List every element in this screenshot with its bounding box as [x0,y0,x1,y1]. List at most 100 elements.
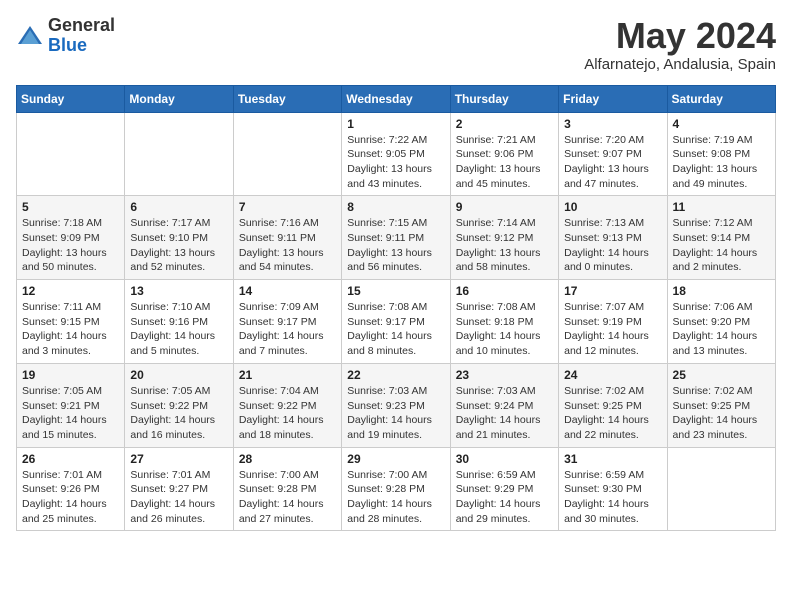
calendar-week-row: 19 Sunrise: 7:05 AM Sunset: 9:21 PM Dayli… [17,363,776,447]
day-number: 25 [673,368,770,382]
weekday-header-saturday: Saturday [667,85,775,112]
day-number: 16 [456,284,553,298]
day-info: Sunrise: 7:05 AM Sunset: 9:21 PM Dayligh… [22,384,119,443]
day-info: Sunrise: 7:01 AM Sunset: 9:27 PM Dayligh… [130,468,227,527]
day-number: 19 [22,368,119,382]
day-info: Sunrise: 7:21 AM Sunset: 9:06 PM Dayligh… [456,133,553,192]
weekday-header-row: SundayMondayTuesdayWednesdayThursdayFrid… [17,85,776,112]
day-info: Sunrise: 7:01 AM Sunset: 9:26 PM Dayligh… [22,468,119,527]
calendar-cell [233,112,341,196]
day-number: 1 [347,117,444,131]
calendar-cell: 26 Sunrise: 7:01 AM Sunset: 9:26 PM Dayli… [17,447,125,531]
calendar-cell [667,447,775,531]
day-number: 11 [673,200,770,214]
weekday-header-friday: Friday [559,85,667,112]
day-number: 28 [239,452,336,466]
calendar-cell: 7 Sunrise: 7:16 AM Sunset: 9:11 PM Daylig… [233,196,341,280]
day-info: Sunrise: 7:02 AM Sunset: 9:25 PM Dayligh… [564,384,661,443]
logo-text: General Blue [48,16,115,56]
day-info: Sunrise: 7:18 AM Sunset: 9:09 PM Dayligh… [22,216,119,275]
day-info: Sunrise: 7:11 AM Sunset: 9:15 PM Dayligh… [22,300,119,359]
logo: General Blue [16,16,115,56]
location-subtitle: Alfarnatejo, Andalusia, Spain [584,56,776,73]
day-number: 31 [564,452,661,466]
day-info: Sunrise: 7:07 AM Sunset: 9:19 PM Dayligh… [564,300,661,359]
day-info: Sunrise: 7:17 AM Sunset: 9:10 PM Dayligh… [130,216,227,275]
day-info: Sunrise: 7:02 AM Sunset: 9:25 PM Dayligh… [673,384,770,443]
calendar-cell: 17Sunrise: 7:07 AM Sunset: 9:19 PM Dayli… [559,280,667,364]
weekday-header-tuesday: Tuesday [233,85,341,112]
day-number: 12 [22,284,119,298]
day-number: 10 [564,200,661,214]
calendar-cell [17,112,125,196]
day-number: 23 [456,368,553,382]
day-info: Sunrise: 7:14 AM Sunset: 9:12 PM Dayligh… [456,216,553,275]
day-info: Sunrise: 7:15 AM Sunset: 9:11 PM Dayligh… [347,216,444,275]
calendar-cell: 2 Sunrise: 7:21 AM Sunset: 9:06 PM Daylig… [450,112,558,196]
calendar-cell: 6 Sunrise: 7:17 AM Sunset: 9:10 PM Daylig… [125,196,233,280]
calendar-cell: 8 Sunrise: 7:15 AM Sunset: 9:11 PM Daylig… [342,196,450,280]
calendar-cell: 1 Sunrise: 7:22 AM Sunset: 9:05 PM Daylig… [342,112,450,196]
weekday-header-thursday: Thursday [450,85,558,112]
day-info: Sunrise: 7:22 AM Sunset: 9:05 PM Dayligh… [347,133,444,192]
calendar-week-row: 5 Sunrise: 7:18 AM Sunset: 9:09 PM Daylig… [17,196,776,280]
day-info: Sunrise: 7:19 AM Sunset: 9:08 PM Dayligh… [673,133,770,192]
day-info: Sunrise: 7:03 AM Sunset: 9:23 PM Dayligh… [347,384,444,443]
calendar-cell: 14Sunrise: 7:09 AM Sunset: 9:17 PM Dayli… [233,280,341,364]
calendar-cell: 20 Sunrise: 7:05 AM Sunset: 9:22 PM Dayli… [125,363,233,447]
calendar-cell: 18Sunrise: 7:06 AM Sunset: 9:20 PM Dayli… [667,280,775,364]
calendar-cell: 21Sunrise: 7:04 AM Sunset: 9:22 PM Dayli… [233,363,341,447]
day-info: Sunrise: 7:00 AM Sunset: 9:28 PM Dayligh… [239,468,336,527]
weekday-header-wednesday: Wednesday [342,85,450,112]
day-info: Sunrise: 7:00 AM Sunset: 9:28 PM Dayligh… [347,468,444,527]
calendar-cell: 19 Sunrise: 7:05 AM Sunset: 9:21 PM Dayli… [17,363,125,447]
day-number: 29 [347,452,444,466]
logo-blue: Blue [48,35,87,55]
day-number: 20 [130,368,227,382]
day-number: 22 [347,368,444,382]
calendar-cell: 22 Sunrise: 7:03 AM Sunset: 9:23 PM Dayli… [342,363,450,447]
calendar-cell: 25 Sunrise: 7:02 AM Sunset: 9:25 PM Dayli… [667,363,775,447]
day-number: 2 [456,117,553,131]
calendar-cell [125,112,233,196]
logo-general: General [48,15,115,35]
title-block: May 2024 Alfarnatejo, Andalusia, Spain [584,16,776,73]
day-number: 7 [239,200,336,214]
day-info: Sunrise: 6:59 AM Sunset: 9:30 PM Dayligh… [564,468,661,527]
day-number: 24 [564,368,661,382]
month-year-title: May 2024 [584,16,776,56]
calendar-cell: 16Sunrise: 7:08 AM Sunset: 9:18 PM Dayli… [450,280,558,364]
day-info: Sunrise: 7:03 AM Sunset: 9:24 PM Dayligh… [456,384,553,443]
calendar-table: SundayMondayTuesdayWednesdayThursdayFrid… [16,85,776,532]
calendar-cell: 15Sunrise: 7:08 AM Sunset: 9:17 PM Dayli… [342,280,450,364]
day-info: Sunrise: 7:08 AM Sunset: 9:17 PM Dayligh… [347,300,444,359]
day-number: 6 [130,200,227,214]
calendar-cell: 4 Sunrise: 7:19 AM Sunset: 9:08 PM Daylig… [667,112,775,196]
day-number: 8 [347,200,444,214]
calendar-cell: 31 Sunrise: 6:59 AM Sunset: 9:30 PM Dayli… [559,447,667,531]
day-info: Sunrise: 7:05 AM Sunset: 9:22 PM Dayligh… [130,384,227,443]
day-info: Sunrise: 7:06 AM Sunset: 9:20 PM Dayligh… [673,300,770,359]
calendar-week-row: 12 Sunrise: 7:11 AM Sunset: 9:15 PM Dayli… [17,280,776,364]
calendar-cell: 13 Sunrise: 7:10 AM Sunset: 9:16 PM Dayli… [125,280,233,364]
calendar-cell: 30 Sunrise: 6:59 AM Sunset: 9:29 PM Dayli… [450,447,558,531]
calendar-cell: 23 Sunrise: 7:03 AM Sunset: 9:24 PM Dayli… [450,363,558,447]
day-info: Sunrise: 6:59 AM Sunset: 9:29 PM Dayligh… [456,468,553,527]
calendar-week-row: 26 Sunrise: 7:01 AM Sunset: 9:26 PM Dayli… [17,447,776,531]
day-info: Sunrise: 7:16 AM Sunset: 9:11 PM Dayligh… [239,216,336,275]
day-number: 27 [130,452,227,466]
day-number: 5 [22,200,119,214]
day-number: 21 [239,368,336,382]
day-number: 30 [456,452,553,466]
calendar-cell: 10 Sunrise: 7:13 AM Sunset: 9:13 PM Dayli… [559,196,667,280]
day-number: 4 [673,117,770,131]
day-number: 26 [22,452,119,466]
day-number: 13 [130,284,227,298]
day-info: Sunrise: 7:10 AM Sunset: 9:16 PM Dayligh… [130,300,227,359]
day-number: 3 [564,117,661,131]
weekday-header-sunday: Sunday [17,85,125,112]
day-info: Sunrise: 7:09 AM Sunset: 9:17 PM Dayligh… [239,300,336,359]
calendar-cell: 29 Sunrise: 7:00 AM Sunset: 9:28 PM Dayli… [342,447,450,531]
day-info: Sunrise: 7:13 AM Sunset: 9:13 PM Dayligh… [564,216,661,275]
weekday-header-monday: Monday [125,85,233,112]
